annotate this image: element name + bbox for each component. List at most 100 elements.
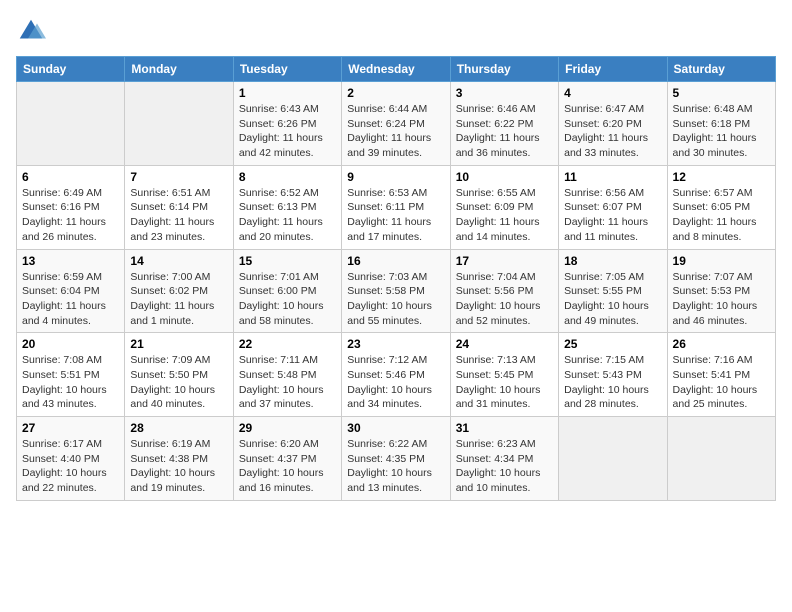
weekday-header: Sunday bbox=[17, 57, 125, 82]
day-number: 17 bbox=[456, 254, 553, 268]
day-number: 27 bbox=[22, 421, 119, 435]
day-number: 25 bbox=[564, 337, 661, 351]
day-info: Sunrise: 6:56 AMSunset: 6:07 PMDaylight:… bbox=[564, 186, 661, 245]
day-info: Sunrise: 6:43 AMSunset: 6:26 PMDaylight:… bbox=[239, 102, 336, 161]
day-info: Sunrise: 6:22 AMSunset: 4:35 PMDaylight:… bbox=[347, 437, 444, 496]
calendar-week-row: 20 Sunrise: 7:08 AMSunset: 5:51 PMDayligh… bbox=[17, 333, 776, 417]
calendar-day-cell: 20 Sunrise: 7:08 AMSunset: 5:51 PMDayligh… bbox=[17, 333, 125, 417]
weekday-header: Thursday bbox=[450, 57, 558, 82]
day-number: 14 bbox=[130, 254, 227, 268]
day-number: 9 bbox=[347, 170, 444, 184]
calendar-week-row: 1 Sunrise: 6:43 AMSunset: 6:26 PMDaylight… bbox=[17, 82, 776, 166]
day-info: Sunrise: 7:15 AMSunset: 5:43 PMDaylight:… bbox=[564, 353, 661, 412]
weekday-header: Saturday bbox=[667, 57, 775, 82]
calendar-week-row: 27 Sunrise: 6:17 AMSunset: 4:40 PMDayligh… bbox=[17, 417, 776, 501]
calendar-day-cell: 22Sunrise: 7:11 AMSunset: 5:48 PMDayligh… bbox=[233, 333, 341, 417]
calendar-day-cell: 28Sunrise: 6:19 AMSunset: 4:38 PMDayligh… bbox=[125, 417, 233, 501]
calendar-week-row: 13 Sunrise: 6:59 AMSunset: 6:04 PMDayligh… bbox=[17, 249, 776, 333]
calendar-day-cell: 5 Sunrise: 6:48 AMSunset: 6:18 PMDaylight… bbox=[667, 82, 775, 166]
day-number: 2 bbox=[347, 86, 444, 100]
day-number: 18 bbox=[564, 254, 661, 268]
day-info: Sunrise: 7:16 AMSunset: 5:41 PMDaylight:… bbox=[673, 353, 770, 412]
day-info: Sunrise: 7:13 AMSunset: 5:45 PMDaylight:… bbox=[456, 353, 553, 412]
calendar-day-cell bbox=[667, 417, 775, 501]
calendar-day-cell: 14 Sunrise: 7:00 AMSunset: 6:02 PMDayligh… bbox=[125, 249, 233, 333]
day-number: 1 bbox=[239, 86, 336, 100]
day-number: 3 bbox=[456, 86, 553, 100]
calendar-day-cell: 2 Sunrise: 6:44 AMSunset: 6:24 PMDaylight… bbox=[342, 82, 450, 166]
day-number: 5 bbox=[673, 86, 770, 100]
day-info: Sunrise: 6:52 AMSunset: 6:13 PMDaylight:… bbox=[239, 186, 336, 245]
day-number: 30 bbox=[347, 421, 444, 435]
day-info: Sunrise: 6:57 AMSunset: 6:05 PMDaylight:… bbox=[673, 186, 770, 245]
calendar-day-cell: 26 Sunrise: 7:16 AMSunset: 5:41 PMDayligh… bbox=[667, 333, 775, 417]
day-number: 23 bbox=[347, 337, 444, 351]
day-info: Sunrise: 6:49 AMSunset: 6:16 PMDaylight:… bbox=[22, 186, 119, 245]
calendar-day-cell: 13 Sunrise: 6:59 AMSunset: 6:04 PMDayligh… bbox=[17, 249, 125, 333]
calendar-day-cell: 6Sunrise: 6:49 AMSunset: 6:16 PMDaylight… bbox=[17, 165, 125, 249]
day-info: Sunrise: 6:23 AMSunset: 4:34 PMDaylight:… bbox=[456, 437, 553, 496]
calendar-day-cell: 8 Sunrise: 6:52 AMSunset: 6:13 PMDaylight… bbox=[233, 165, 341, 249]
day-info: Sunrise: 7:12 AMSunset: 5:46 PMDaylight:… bbox=[347, 353, 444, 412]
day-info: Sunrise: 7:07 AMSunset: 5:53 PMDaylight:… bbox=[673, 270, 770, 329]
day-number: 26 bbox=[673, 337, 770, 351]
weekday-header: Wednesday bbox=[342, 57, 450, 82]
day-info: Sunrise: 6:17 AMSunset: 4:40 PMDaylight:… bbox=[22, 437, 119, 496]
day-number: 10 bbox=[456, 170, 553, 184]
day-number: 16 bbox=[347, 254, 444, 268]
weekday-header: Friday bbox=[559, 57, 667, 82]
day-number: 12 bbox=[673, 170, 770, 184]
day-info: Sunrise: 6:59 AMSunset: 6:04 PMDaylight:… bbox=[22, 270, 119, 329]
calendar-day-cell bbox=[125, 82, 233, 166]
day-info: Sunrise: 7:05 AMSunset: 5:55 PMDaylight:… bbox=[564, 270, 661, 329]
calendar-day-cell: 21 Sunrise: 7:09 AMSunset: 5:50 PMDayligh… bbox=[125, 333, 233, 417]
day-info: Sunrise: 6:55 AMSunset: 6:09 PMDaylight:… bbox=[456, 186, 553, 245]
day-number: 22 bbox=[239, 337, 336, 351]
calendar-table: SundayMondayTuesdayWednesdayThursdayFrid… bbox=[16, 56, 776, 501]
weekday-header: Tuesday bbox=[233, 57, 341, 82]
day-number: 11 bbox=[564, 170, 661, 184]
weekday-header: Monday bbox=[125, 57, 233, 82]
day-number: 8 bbox=[239, 170, 336, 184]
calendar-header-row: SundayMondayTuesdayWednesdayThursdayFrid… bbox=[17, 57, 776, 82]
calendar-day-cell: 23 Sunrise: 7:12 AMSunset: 5:46 PMDayligh… bbox=[342, 333, 450, 417]
calendar-day-cell: 27 Sunrise: 6:17 AMSunset: 4:40 PMDayligh… bbox=[17, 417, 125, 501]
calendar-day-cell: 1 Sunrise: 6:43 AMSunset: 6:26 PMDaylight… bbox=[233, 82, 341, 166]
day-info: Sunrise: 7:08 AMSunset: 5:51 PMDaylight:… bbox=[22, 353, 119, 412]
calendar-day-cell: 18 Sunrise: 7:05 AMSunset: 5:55 PMDayligh… bbox=[559, 249, 667, 333]
day-info: Sunrise: 7:04 AMSunset: 5:56 PMDaylight:… bbox=[456, 270, 553, 329]
calendar-day-cell: 15 Sunrise: 7:01 AMSunset: 6:00 PMDayligh… bbox=[233, 249, 341, 333]
day-info: Sunrise: 6:47 AMSunset: 6:20 PMDaylight:… bbox=[564, 102, 661, 161]
day-number: 13 bbox=[22, 254, 119, 268]
day-number: 15 bbox=[239, 254, 336, 268]
day-number: 20 bbox=[22, 337, 119, 351]
day-info: Sunrise: 6:51 AMSunset: 6:14 PMDaylight:… bbox=[130, 186, 227, 245]
calendar-day-cell bbox=[17, 82, 125, 166]
day-info: Sunrise: 7:03 AMSunset: 5:58 PMDaylight:… bbox=[347, 270, 444, 329]
calendar-day-cell: 24Sunrise: 7:13 AMSunset: 5:45 PMDayligh… bbox=[450, 333, 558, 417]
calendar-day-cell: 31 Sunrise: 6:23 AMSunset: 4:34 PMDayligh… bbox=[450, 417, 558, 501]
calendar-day-cell: 16 Sunrise: 7:03 AMSunset: 5:58 PMDayligh… bbox=[342, 249, 450, 333]
day-info: Sunrise: 7:01 AMSunset: 6:00 PMDaylight:… bbox=[239, 270, 336, 329]
calendar-day-cell: 17 Sunrise: 7:04 AMSunset: 5:56 PMDayligh… bbox=[450, 249, 558, 333]
day-number: 4 bbox=[564, 86, 661, 100]
day-info: Sunrise: 6:53 AMSunset: 6:11 PMDaylight:… bbox=[347, 186, 444, 245]
logo-icon bbox=[16, 16, 46, 46]
calendar-day-cell: 4 Sunrise: 6:47 AMSunset: 6:20 PMDaylight… bbox=[559, 82, 667, 166]
day-number: 7 bbox=[130, 170, 227, 184]
day-number: 21 bbox=[130, 337, 227, 351]
day-info: Sunrise: 6:44 AMSunset: 6:24 PMDaylight:… bbox=[347, 102, 444, 161]
day-number: 31 bbox=[456, 421, 553, 435]
day-info: Sunrise: 6:19 AMSunset: 4:38 PMDaylight:… bbox=[130, 437, 227, 496]
calendar-day-cell: 25 Sunrise: 7:15 AMSunset: 5:43 PMDayligh… bbox=[559, 333, 667, 417]
logo bbox=[16, 16, 50, 46]
calendar-day-cell: 29Sunrise: 6:20 AMSunset: 4:37 PMDayligh… bbox=[233, 417, 341, 501]
page-header bbox=[16, 16, 776, 46]
day-info: Sunrise: 6:48 AMSunset: 6:18 PMDaylight:… bbox=[673, 102, 770, 161]
day-number: 29 bbox=[239, 421, 336, 435]
day-info: Sunrise: 7:09 AMSunset: 5:50 PMDaylight:… bbox=[130, 353, 227, 412]
calendar-day-cell: 9 Sunrise: 6:53 AMSunset: 6:11 PMDaylight… bbox=[342, 165, 450, 249]
calendar-day-cell: 10 Sunrise: 6:55 AMSunset: 6:09 PMDayligh… bbox=[450, 165, 558, 249]
day-info: Sunrise: 7:00 AMSunset: 6:02 PMDaylight:… bbox=[130, 270, 227, 329]
calendar-day-cell: 7 Sunrise: 6:51 AMSunset: 6:14 PMDaylight… bbox=[125, 165, 233, 249]
